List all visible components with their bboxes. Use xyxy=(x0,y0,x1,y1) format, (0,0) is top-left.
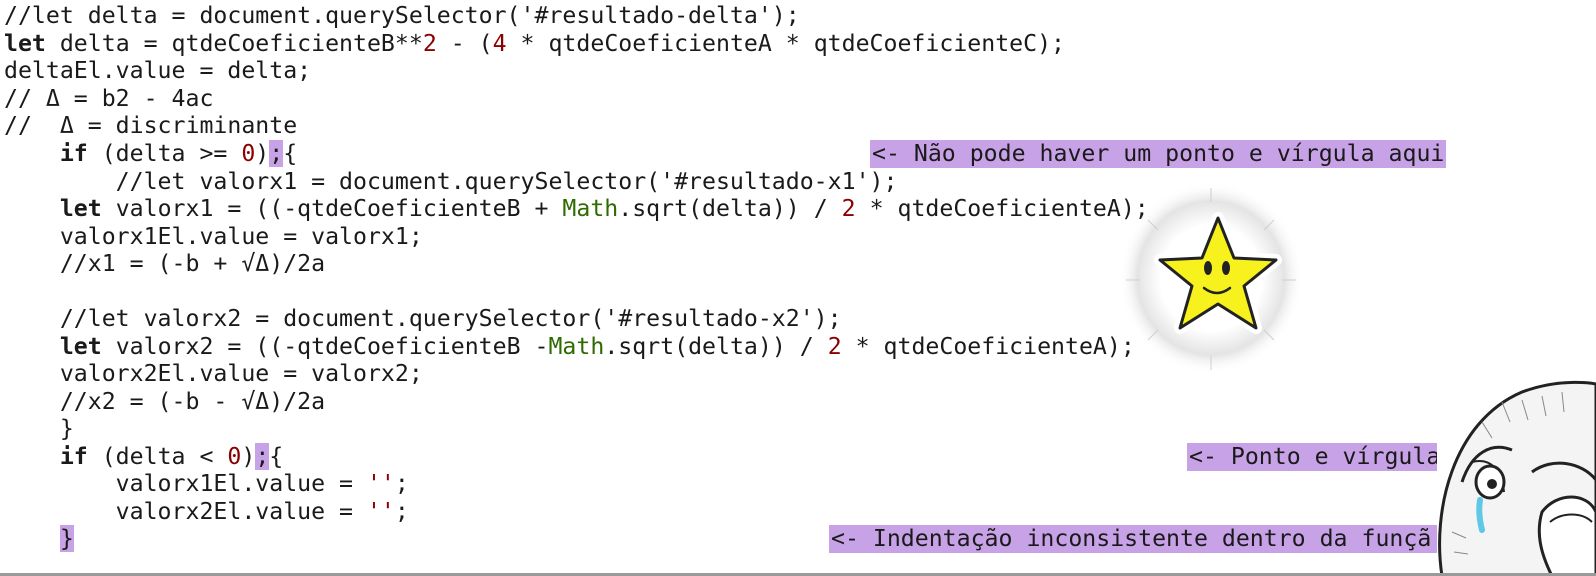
highlighted-brace: } xyxy=(59,525,74,552)
code-text: * qtdeCoeficienteA * qtdeCoeficienteC); xyxy=(506,30,1065,57)
comment: //let valorx1 = document.querySelector('… xyxy=(4,168,898,195)
code-line-12: //let valorx2 = document.querySelector('… xyxy=(4,305,842,333)
code-line-4: // Δ = b2 - 4ac xyxy=(4,85,213,113)
code-line-1: //let delta = document.querySelector('#r… xyxy=(4,2,800,30)
math-object: Math xyxy=(548,333,605,360)
code-line-8: let valorx1 = ((-qtdeCoeficienteB + Math… xyxy=(4,195,1149,223)
keyword-if: if xyxy=(59,140,88,167)
code-line-14: valorx2El.value = valorx2; xyxy=(4,360,423,388)
code-text: valorx2El.value = valorx2; xyxy=(4,360,423,387)
string-literal: '' xyxy=(366,498,395,525)
code-line-6: if (delta >= 0);{ xyxy=(4,140,297,168)
number-literal: 2 xyxy=(422,30,437,57)
smiling-star-icon xyxy=(1118,180,1304,376)
code-line-10: //x1 = (-b + √Δ)/2a xyxy=(4,250,325,278)
comment: // Δ = b2 - 4ac xyxy=(4,85,214,112)
code-line-5: // Δ = discriminante xyxy=(4,112,297,140)
code-text: valorx1El.value = xyxy=(4,470,367,497)
code-editor[interactable]: //let delta = document.querySelector('#r… xyxy=(0,0,1596,576)
code-text: delta = qtdeCoeficienteB** xyxy=(45,30,423,57)
code-text: (delta < xyxy=(87,443,228,470)
code-line-16: } xyxy=(4,415,74,443)
number-literal: 0 xyxy=(227,443,242,470)
code-text: ; xyxy=(394,470,409,497)
code-text: .sqrt(delta)) / xyxy=(618,195,842,222)
code-text: { xyxy=(283,140,298,167)
number-literal: 2 xyxy=(827,333,842,360)
code-text: ; xyxy=(394,498,409,525)
code-text: deltaEl.value = delta; xyxy=(4,57,312,84)
code-line-7: //let valorx1 = document.querySelector('… xyxy=(4,168,898,196)
code-text: .sqrt(delta)) / xyxy=(604,333,828,360)
code-text: valorx1 = ((-qtdeCoeficienteB + xyxy=(101,195,563,222)
code-text: (delta >= xyxy=(87,140,242,167)
comment: //let delta = document.querySelector('#r… xyxy=(4,2,800,29)
code-line-2: let delta = qtdeCoeficienteB**2 - (4 * q… xyxy=(4,30,1065,58)
comment: //let valorx2 = document.querySelector('… xyxy=(4,305,842,332)
code-text: ) xyxy=(241,443,256,470)
code-text: * qtdeCoeficienteA); xyxy=(841,333,1135,360)
code-line-9: valorx1El.value = valorx1; xyxy=(4,223,423,251)
code-line-20: } xyxy=(4,525,74,553)
keyword-if: if xyxy=(59,443,88,470)
code-text: valorx2 = ((-qtdeCoeficienteB - xyxy=(101,333,549,360)
annotation-semicolon-if: <- Não pode haver um ponto e vírgula aqu… xyxy=(870,140,1447,168)
annotation-semicolon-if-2: <- Ponto e vírgula xyxy=(1187,443,1437,471)
comment: // Δ = discriminante xyxy=(4,112,298,139)
code-text: ) xyxy=(255,140,270,167)
keyword-let: let xyxy=(59,333,102,360)
code-text: * qtdeCoeficienteA); xyxy=(855,195,1149,222)
string-literal: '' xyxy=(366,470,395,497)
code-line-3: deltaEl.value = delta; xyxy=(4,57,311,85)
code-text: valorx2El.value = xyxy=(4,498,367,525)
math-object: Math xyxy=(562,195,619,222)
code-text: valorx1El.value = valorx1; xyxy=(4,223,423,250)
number-literal: 0 xyxy=(241,140,256,167)
code-text: - ( xyxy=(436,30,493,57)
keyword-let: let xyxy=(4,30,46,57)
code-text: { xyxy=(269,443,284,470)
highlighted-semicolon: ; xyxy=(269,140,284,167)
annotation-indentation: <- Indentação inconsistente dentro da fu… xyxy=(829,525,1437,553)
code-line-17: if (delta < 0);{ xyxy=(4,443,283,471)
code-text: } xyxy=(4,415,74,442)
code-line-13: let valorx2 = ((-qtdeCoeficienteB -Math.… xyxy=(4,333,1135,361)
code-line-18: valorx1El.value = ''; xyxy=(4,470,409,498)
highlighted-semicolon: ; xyxy=(255,443,270,470)
comment: //x1 = (-b + √Δ)/2a xyxy=(4,250,326,277)
crying-face-icon xyxy=(1432,362,1596,576)
keyword-let: let xyxy=(59,195,102,222)
comment: //x2 = (-b - √Δ)/2a xyxy=(4,388,326,415)
code-line-15: //x2 = (-b - √Δ)/2a xyxy=(4,388,325,416)
number-literal: 4 xyxy=(492,30,507,57)
code-line-19: valorx2El.value = ''; xyxy=(4,498,409,526)
number-literal: 2 xyxy=(841,195,856,222)
